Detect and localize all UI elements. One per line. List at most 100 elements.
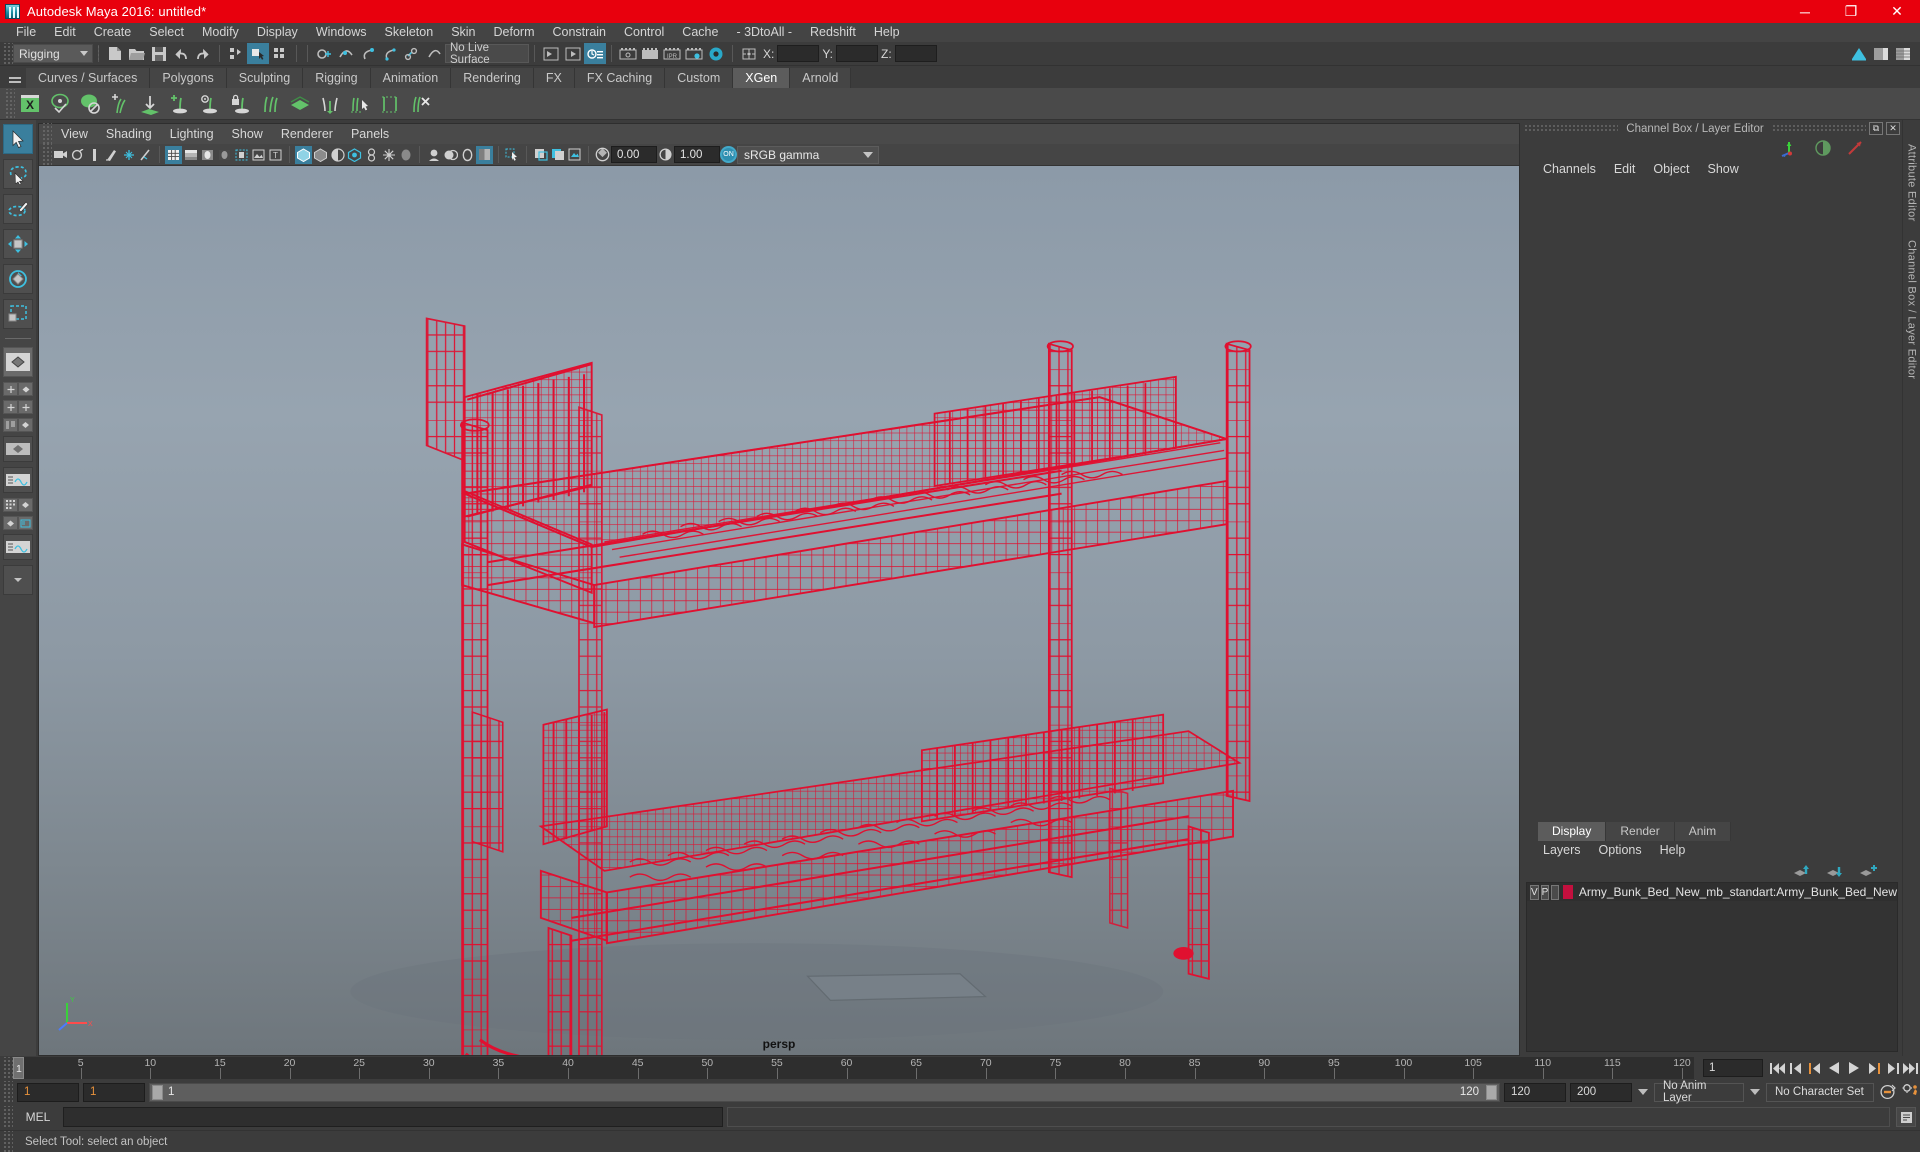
snap-to-grids-icon[interactable] bbox=[313, 43, 335, 64]
animation-end-time-field[interactable]: 200 bbox=[1570, 1082, 1632, 1102]
save-scene-icon[interactable] bbox=[148, 43, 170, 64]
viewport-menu-view[interactable]: View bbox=[52, 124, 97, 144]
step-forward-frame-icon[interactable] bbox=[1882, 1058, 1901, 1078]
render-setup-icon[interactable] bbox=[683, 43, 705, 64]
viewport-menu-lighting[interactable]: Lighting bbox=[161, 124, 223, 144]
show-hide-modeling-toolkit-icon[interactable] bbox=[1848, 43, 1870, 64]
lasso-tool-icon[interactable] bbox=[3, 159, 33, 189]
two-d-pan-zoom-icon[interactable] bbox=[103, 146, 120, 164]
help-line-grip[interactable] bbox=[2, 1130, 13, 1152]
view-transform-selector[interactable]: sRGB gamma bbox=[737, 145, 879, 164]
xgen-density-icon[interactable] bbox=[315, 89, 345, 119]
bookmark-icon[interactable] bbox=[69, 146, 86, 164]
xgen-preview-icon[interactable] bbox=[45, 89, 75, 119]
shading-sphere-icon[interactable] bbox=[1814, 139, 1832, 157]
playblast-icon[interactable] bbox=[617, 43, 639, 64]
layout-persp-outliner-icon[interactable] bbox=[18, 382, 33, 396]
camera-attributes-icon[interactable] bbox=[52, 146, 69, 164]
go-to-end-icon[interactable] bbox=[1901, 1058, 1920, 1078]
xgen-add-primitive-icon[interactable] bbox=[165, 89, 195, 119]
go-to-start-icon[interactable] bbox=[1768, 1058, 1787, 1078]
move-manipulator-icon[interactable] bbox=[1780, 139, 1800, 157]
menu-3dtoall[interactable]: - 3DtoAll - bbox=[727, 23, 801, 42]
undo-icon[interactable] bbox=[170, 43, 192, 64]
open-scene-icon[interactable] bbox=[126, 43, 148, 64]
layout-persp-graph-editor-icon[interactable] bbox=[3, 467, 33, 493]
viewport-menu-renderer[interactable]: Renderer bbox=[272, 124, 342, 144]
panel-undock-button[interactable]: ⧉ bbox=[1869, 122, 1884, 135]
animation-start-time-field[interactable]: 1 bbox=[17, 1082, 79, 1102]
current-time-indicator[interactable]: 1 bbox=[13, 1057, 24, 1079]
next-key-icon[interactable] bbox=[1863, 1058, 1882, 1078]
viewport-menu-shading[interactable]: Shading bbox=[97, 124, 161, 144]
layer-menu-help[interactable]: Help bbox=[1651, 841, 1695, 860]
exposure-toggle-icon[interactable] bbox=[476, 145, 493, 164]
viewport-toolbar-grip[interactable] bbox=[41, 143, 52, 166]
shelf-tab-arnold[interactable]: Arnold bbox=[790, 68, 852, 88]
minimize-button[interactable]: ─ bbox=[1782, 0, 1828, 23]
shelf-tab-xgen[interactable]: XGen bbox=[733, 68, 791, 88]
time-slider-track[interactable]: 1 5 10 15 20 25 30 35 40 45 50 55 60 65 70 75 80 85 90 95 1… bbox=[13, 1057, 1694, 1079]
range-slider-right-handle[interactable] bbox=[1486, 1084, 1497, 1100]
shadows-icon[interactable] bbox=[329, 146, 346, 164]
scale-tool-icon[interactable] bbox=[3, 299, 33, 329]
menu-select[interactable]: Select bbox=[140, 23, 193, 42]
layer-menu-options[interactable]: Options bbox=[1590, 841, 1651, 860]
image-plane-icon[interactable] bbox=[86, 146, 103, 164]
layer-tab-display[interactable]: Display bbox=[1538, 822, 1607, 841]
shelf-tab-polygons[interactable]: Polygons bbox=[150, 68, 227, 88]
command-language-label[interactable]: MEL bbox=[17, 1110, 59, 1124]
text-overlay-icon[interactable]: T bbox=[267, 146, 284, 164]
layer-type-toggle[interactable] bbox=[1551, 884, 1559, 900]
flat-shade-icon[interactable] bbox=[216, 146, 233, 164]
layer-tab-anim[interactable]: Anim bbox=[1674, 822, 1732, 841]
table-row[interactable]: V P Army_Bunk_Bed_New_mb_standart:Army_B… bbox=[1527, 883, 1897, 901]
copy-render-icon[interactable] bbox=[549, 146, 566, 164]
deformation-icon[interactable] bbox=[1846, 139, 1864, 157]
render-sequence-icon[interactable] bbox=[639, 43, 661, 64]
xgen-region-icon[interactable] bbox=[375, 89, 405, 119]
anim-layer-chevron-icon[interactable] bbox=[1748, 1083, 1762, 1102]
channel-menu-channels[interactable]: Channels bbox=[1534, 159, 1605, 179]
menu-windows[interactable]: Windows bbox=[307, 23, 376, 42]
command-input-field[interactable] bbox=[63, 1107, 723, 1127]
display-layer-list[interactable]: V P Army_Bunk_Bed_New_mb_standart:Army_B… bbox=[1526, 882, 1898, 1052]
select-by-hierarchy-icon[interactable] bbox=[225, 43, 247, 64]
menu-deform[interactable]: Deform bbox=[485, 23, 544, 42]
script-editor-icon[interactable] bbox=[1896, 1107, 1916, 1127]
shelf-drag-grip[interactable] bbox=[4, 88, 15, 119]
menu-help[interactable]: Help bbox=[865, 23, 909, 42]
grease-pencil-draw-icon[interactable] bbox=[137, 146, 154, 164]
show-hide-attribute-editor-icon[interactable] bbox=[1870, 43, 1892, 64]
xray-icon[interactable] bbox=[442, 146, 459, 164]
range-slider[interactable]: 1 120 bbox=[149, 1082, 1500, 1102]
use-all-lights-icon[interactable] bbox=[295, 145, 312, 164]
motion-blur-icon[interactable] bbox=[363, 146, 380, 164]
exposure-icon[interactable] bbox=[594, 146, 611, 164]
xgen-visualize-icon[interactable] bbox=[195, 89, 225, 119]
command-line-grip[interactable] bbox=[2, 1106, 13, 1128]
viewport-menu-panels[interactable]: Panels bbox=[342, 124, 398, 144]
menu-edit[interactable]: Edit bbox=[45, 23, 85, 42]
y-field[interactable] bbox=[836, 45, 879, 62]
menu-skeleton[interactable]: Skeleton bbox=[376, 23, 443, 42]
channel-box-tab[interactable]: Channel Box / Layer Editor bbox=[1906, 240, 1918, 379]
paint-select-tool-icon[interactable] bbox=[3, 194, 33, 224]
exposure-value-field[interactable]: 0.00 bbox=[611, 146, 657, 163]
shelf-tab-sculpting[interactable]: Sculpting bbox=[226, 68, 304, 88]
select-by-component-type-icon[interactable] bbox=[269, 43, 291, 64]
layout-persp-only-icon[interactable] bbox=[18, 418, 33, 432]
range-end-time-field[interactable]: 120 bbox=[1504, 1082, 1566, 1102]
layer-color-swatch[interactable] bbox=[1562, 885, 1573, 899]
menu-redshift[interactable]: Redshift bbox=[801, 23, 865, 42]
xgen-add-description-icon[interactable] bbox=[105, 89, 135, 119]
shelf-tab-fx-caching[interactable]: FX Caching bbox=[574, 68, 666, 88]
channel-menu-show[interactable]: Show bbox=[1699, 159, 1748, 179]
create-new-layer-icon[interactable] bbox=[1858, 864, 1878, 878]
xgen-lock-icon[interactable] bbox=[225, 89, 255, 119]
step-back-frame-icon[interactable] bbox=[1787, 1058, 1806, 1078]
grease-pencil-icon[interactable] bbox=[120, 146, 137, 164]
xgen-select-guides-icon[interactable] bbox=[345, 89, 375, 119]
keep-image-icon[interactable] bbox=[566, 146, 583, 164]
xgen-disable-icon[interactable] bbox=[75, 89, 105, 119]
